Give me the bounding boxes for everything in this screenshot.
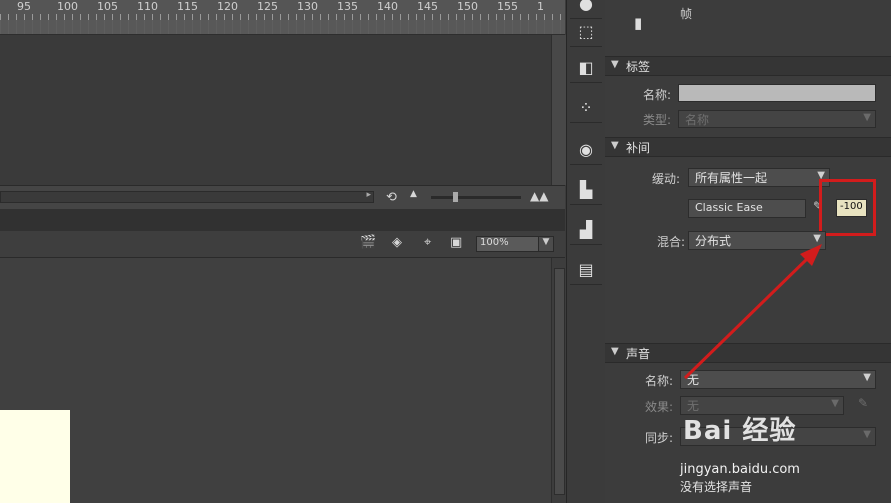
loop-icon[interactable]: ⟲ (386, 190, 397, 205)
panel-divider (0, 209, 565, 232)
frame-size-slider[interactable] (431, 192, 521, 202)
timeline-ruler: 95 100 105 110 115 120 125 130 135 140 1… (0, 0, 565, 35)
frame-band (0, 20, 565, 34)
chevron-down-icon[interactable]: ▼ (863, 372, 871, 383)
chevron-down-icon[interactable]: ▼ (863, 429, 871, 440)
sound-name-label: 名称: (645, 374, 674, 388)
collapse-icon[interactable]: ▼ (611, 140, 619, 151)
timeline-vertical-scrollbar[interactable] (551, 35, 566, 185)
type-label: 类型: (643, 113, 672, 127)
clip-icon[interactable]: ▣ (450, 235, 462, 250)
ruler-label: 105 (97, 0, 118, 13)
stage-area[interactable] (0, 258, 551, 503)
highlight-box (819, 179, 876, 236)
section-title: 标签 (626, 60, 651, 74)
symbol-icon[interactable]: ◈ (392, 235, 402, 250)
zoom-in-icon[interactable]: ▲▲ (530, 189, 548, 203)
scroll-right-icon[interactable]: ▸ (366, 190, 371, 200)
watermark-url: jingyan.baidu.com (680, 462, 800, 477)
label-name-input[interactable] (678, 84, 876, 102)
stage-vertical-scrollbar[interactable] (551, 258, 566, 503)
effect-label: 效果: (645, 400, 674, 414)
ease-select[interactable]: 所有属性一起 ▼ (688, 168, 830, 187)
ruler-label: 1 (537, 0, 544, 13)
ruler-label: 100 (57, 0, 78, 13)
sound-name-select[interactable]: 无 ▼ (680, 370, 876, 389)
stage-canvas[interactable] (0, 410, 70, 503)
transform-icon[interactable]: ⬚ (570, 18, 602, 47)
blend-label: 混合: (657, 235, 686, 249)
section-sound-header[interactable]: ▼ 声音 (605, 343, 891, 363)
ruler-label: 135 (337, 0, 358, 13)
ruler-label: 150 (457, 0, 478, 13)
name-label: 名称: (643, 88, 672, 102)
edit-envelope-icon[interactable]: ✎ (858, 396, 868, 410)
ruler-label: 125 (257, 0, 278, 13)
section-title: 补间 (626, 141, 651, 155)
align-icon[interactable]: ▤ (570, 256, 602, 285)
zoom-value: 100% (480, 237, 509, 248)
color-palette-icon[interactable]: ◉ (570, 136, 602, 165)
clapper-icon[interactable]: 🎬 (360, 235, 376, 250)
info-icon[interactable]: ● (570, 0, 602, 19)
timeline-frames-area[interactable] (0, 35, 551, 185)
ruler-label: 155 (497, 0, 518, 13)
chevron-down-icon[interactable]: ▼ (538, 237, 553, 251)
scroll-thumb[interactable] (554, 268, 565, 495)
ruler-label: 120 (217, 0, 238, 13)
watermark-brand: Bai 经验 (683, 416, 797, 446)
sync-label: 同步: (645, 431, 674, 445)
section-label-header[interactable]: ▼ 标签 (605, 56, 891, 76)
ruler-label: 95 (17, 0, 31, 13)
collapse-icon[interactable]: ▼ (611, 59, 619, 70)
zoom-out-icon[interactable]: ▲ (410, 189, 417, 199)
collapse-icon[interactable]: ▼ (611, 346, 619, 357)
component-inspector-icon[interactable]: ▟ (570, 216, 602, 245)
ruler-label: 145 (417, 0, 438, 13)
chevron-down-icon[interactable]: ▼ (863, 112, 871, 123)
blend-select[interactable]: 分布式 ▼ (688, 231, 826, 250)
components-icon[interactable]: ▙ (570, 176, 602, 205)
motion-presets-icon[interactable]: ⁘ (570, 94, 602, 123)
ease-label: 缓动: (652, 172, 681, 186)
frame-label: 帧 (680, 7, 693, 21)
ease-preset-button[interactable]: Classic Ease (688, 199, 806, 218)
panel-dock: ● ⬚ ◧ ⁘ ◉ ▙ ▟ ▤ (566, 0, 606, 503)
ruler-label: 110 (137, 0, 158, 13)
ruler-label: 140 (377, 0, 398, 13)
center-stage-icon[interactable]: ⌖ (424, 235, 431, 250)
section-tween-header[interactable]: ▼ 补间 (605, 137, 891, 157)
label-type-select[interactable]: 名称 ▼ (678, 110, 876, 128)
zoom-select[interactable]: 100% ▼ (476, 236, 554, 252)
ruler-label: 130 (297, 0, 318, 13)
no-sound-text: 没有选择声音 (680, 480, 753, 494)
slider-handle[interactable] (453, 192, 458, 202)
chevron-down-icon[interactable]: ▼ (813, 233, 821, 244)
library-icon[interactable]: ◧ (570, 54, 602, 83)
section-title: 声音 (626, 347, 651, 361)
chevron-down-icon[interactable]: ▼ (831, 398, 839, 409)
ruler-label: 115 (177, 0, 198, 13)
timeline-horizontal-scrollbar[interactable]: ▸ (0, 190, 374, 203)
frame-icon: ▮ (634, 14, 643, 32)
